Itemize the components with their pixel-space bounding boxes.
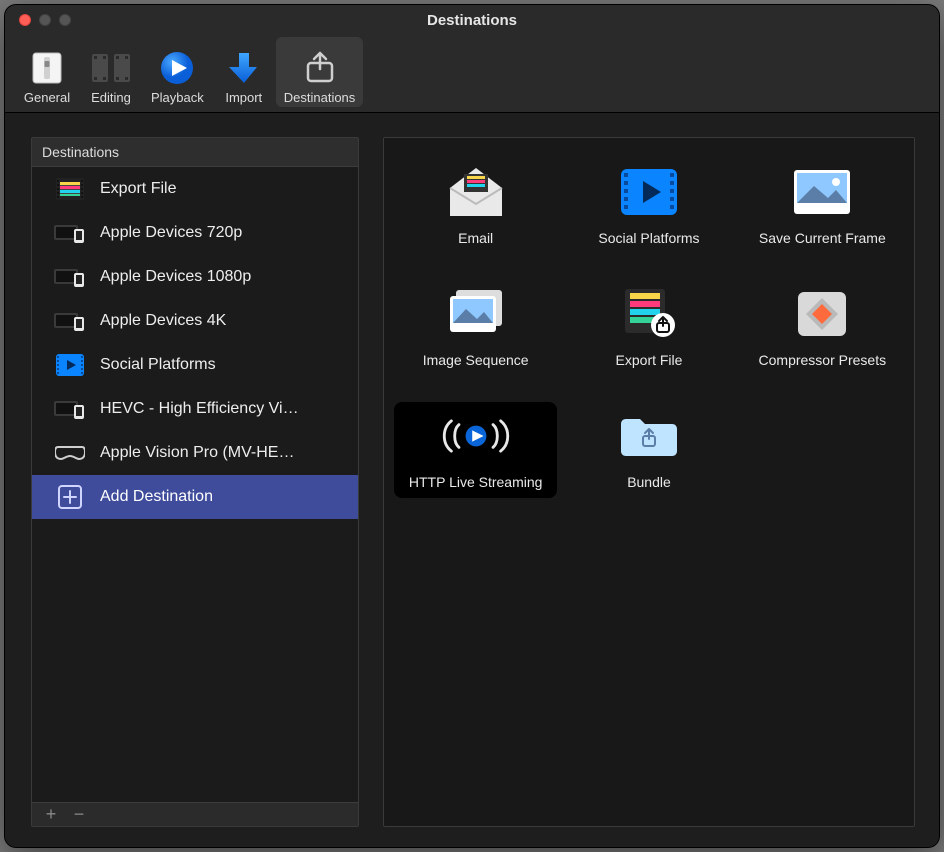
list-item-label: HEVC - High Efficiency Vi… — [100, 400, 299, 418]
vision-icon — [54, 441, 86, 465]
film-share-icon — [613, 286, 685, 342]
list-item[interactable]: Apple Devices 4K — [32, 299, 358, 343]
templates-grid: Email Social Platforms Save Current Fram… — [394, 158, 904, 498]
template-image-sequence[interactable]: Image Sequence — [394, 280, 557, 376]
toolbar: General Editing — [5, 35, 939, 113]
template-bundle[interactable]: Bundle — [567, 402, 730, 498]
destination-templates-panel: Email Social Platforms Save Current Fram… — [383, 137, 915, 827]
template-email[interactable]: Email — [394, 158, 557, 254]
list-item-label: Export File — [100, 180, 176, 198]
template-label: Export File — [616, 352, 683, 368]
main-area: Destinations Export File Apple Devices 7… — [5, 113, 939, 847]
template-save-current-frame[interactable]: Save Current Frame — [741, 158, 904, 254]
tab-label: Playback — [151, 90, 204, 105]
slider-icon — [25, 50, 69, 86]
devices-icon — [54, 309, 86, 333]
tab-destinations[interactable]: Destinations — [276, 37, 364, 107]
tab-playback[interactable]: Playback — [143, 37, 212, 107]
devices-icon — [54, 397, 86, 421]
list-item[interactable]: Apple Vision Pro (MV-HE… — [32, 431, 358, 475]
template-label: Save Current Frame — [759, 230, 886, 246]
broadcast-icon — [440, 408, 512, 464]
list-item-label: Social Platforms — [100, 356, 216, 374]
tab-general[interactable]: General — [15, 37, 79, 107]
list-item[interactable]: Social Platforms — [32, 343, 358, 387]
tab-label: Import — [225, 90, 262, 105]
list-item-label: Apple Vision Pro (MV-HE… — [100, 444, 294, 462]
list-item[interactable]: HEVC - High Efficiency Vi… — [32, 387, 358, 431]
social-play-icon — [613, 164, 685, 220]
template-compressor-presets[interactable]: Compressor Presets — [741, 280, 904, 376]
plus-box-icon — [54, 485, 86, 509]
list-item-label: Add Destination — [100, 488, 213, 506]
devices-icon — [54, 265, 86, 289]
template-export-file[interactable]: Export File — [567, 280, 730, 376]
share-icon — [298, 50, 342, 86]
film-edit-icon — [89, 50, 133, 86]
list-item[interactable]: Apple Devices 720p — [32, 211, 358, 255]
add-button[interactable]: + — [42, 804, 60, 825]
download-arrow-icon — [222, 50, 266, 86]
template-label: Bundle — [627, 474, 671, 490]
template-label: Email — [458, 230, 493, 246]
social-icon — [54, 353, 86, 377]
template-label: Social Platforms — [598, 230, 699, 246]
play-circle-icon — [155, 50, 199, 86]
remove-button[interactable]: − — [70, 804, 88, 825]
preferences-window: Destinations General — [4, 4, 940, 848]
tab-label: General — [24, 90, 70, 105]
landscape-photo-icon — [786, 164, 858, 220]
destinations-list: Export File Apple Devices 720p Apple Dev… — [32, 167, 358, 802]
tab-import[interactable]: Import — [212, 37, 276, 107]
template-label: Compressor Presets — [759, 352, 887, 368]
tab-label: Destinations — [284, 90, 356, 105]
list-item-label: Apple Devices 720p — [100, 224, 242, 242]
envelope-film-icon — [440, 164, 512, 220]
template-label: HTTP Live Streaming — [409, 474, 543, 490]
list-item[interactable]: Apple Devices 1080p — [32, 255, 358, 299]
list-item-add-destination[interactable]: Add Destination — [32, 475, 358, 519]
template-http-live-streaming[interactable]: HTTP Live Streaming — [394, 402, 557, 498]
destinations-sidebar: Destinations Export File Apple Devices 7… — [31, 137, 359, 827]
window-title: Destinations — [5, 12, 939, 29]
list-item[interactable]: Export File — [32, 167, 358, 211]
template-label: Image Sequence — [423, 352, 529, 368]
landscape-stack-icon — [440, 286, 512, 342]
template-social-platforms[interactable]: Social Platforms — [567, 158, 730, 254]
devices-icon — [54, 221, 86, 245]
titlebar: Destinations — [5, 5, 939, 35]
sidebar-footer: + − — [32, 802, 358, 826]
list-item-label: Apple Devices 4K — [100, 312, 226, 330]
film-strip-icon — [54, 177, 86, 201]
tab-label: Editing — [91, 90, 131, 105]
folder-share-icon — [613, 408, 685, 464]
sidebar-header: Destinations — [32, 138, 358, 167]
tab-editing[interactable]: Editing — [79, 37, 143, 107]
list-item-label: Apple Devices 1080p — [100, 268, 251, 286]
compressor-icon — [786, 286, 858, 342]
